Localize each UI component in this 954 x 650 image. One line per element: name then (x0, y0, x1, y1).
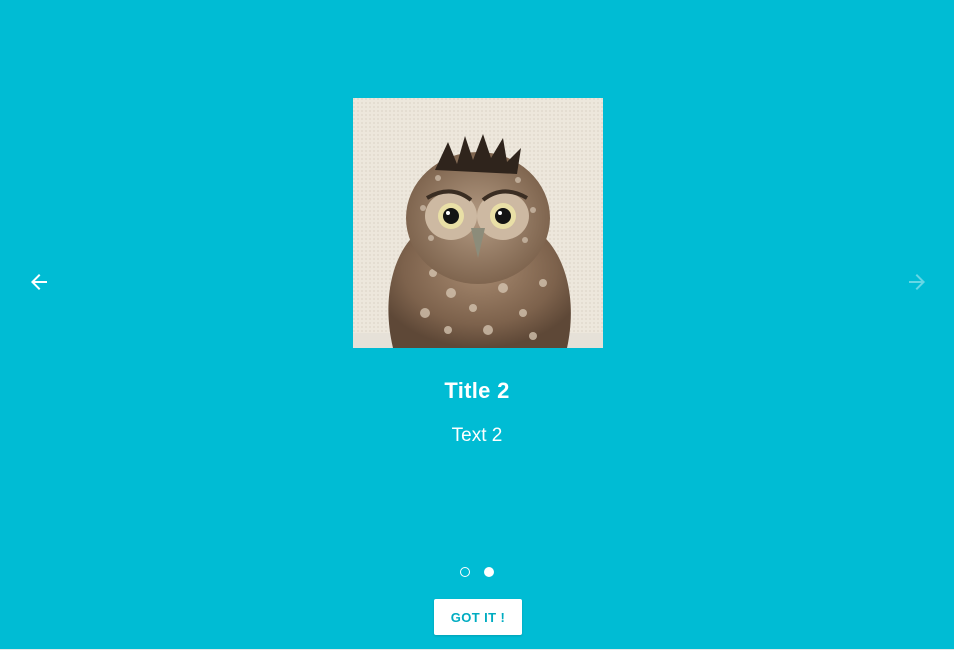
page-dot-1[interactable] (460, 567, 470, 577)
next-slide-button[interactable] (905, 270, 929, 294)
arrow-right-icon (909, 274, 925, 290)
owl-photo (353, 98, 603, 348)
page-dot-2[interactable] (484, 567, 494, 577)
slide-image (353, 98, 603, 348)
slide-text: Text 2 (451, 425, 503, 446)
slide-title: Title 2 (444, 378, 510, 403)
got-it-button[interactable]: GOT IT ! (434, 599, 522, 635)
previous-slide-button[interactable] (27, 270, 51, 294)
arrow-left-icon (31, 274, 47, 290)
intro-screen: Title 2 Text 2 GOT IT ! (0, 0, 954, 650)
